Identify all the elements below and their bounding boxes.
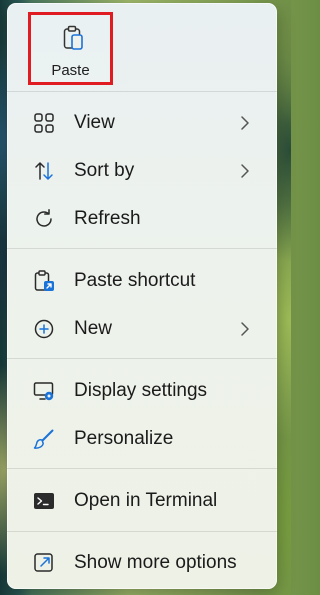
- terminal-icon: [33, 490, 55, 512]
- grid-icon: [33, 112, 55, 134]
- menu-item-new[interactable]: New: [7, 307, 277, 351]
- sort-arrows-icon: [33, 160, 55, 182]
- menu-item-label: Paste shortcut: [74, 270, 196, 291]
- menu-item-label: New: [74, 318, 113, 339]
- menu-item-view[interactable]: View: [7, 101, 277, 145]
- chevron-right-icon: [240, 162, 250, 180]
- menu-item-label: Display settings: [74, 380, 208, 401]
- menu-item-refresh[interactable]: Refresh: [7, 197, 277, 241]
- menu-item-personalize[interactable]: Personalize: [7, 417, 277, 461]
- menu-item-label: Open in Terminal: [74, 490, 218, 511]
- menu-divider: [7, 358, 277, 359]
- menu-item-show-more-options[interactable]: Show more options: [7, 541, 277, 585]
- menu-item-label: Sort by: [74, 160, 135, 181]
- brush-icon: [33, 428, 55, 450]
- menu-item-sort-by[interactable]: Sort by: [7, 149, 277, 193]
- menu-divider: [7, 468, 277, 469]
- menu-item-label: Personalize: [74, 428, 174, 449]
- display-settings-icon: [33, 380, 55, 402]
- menu-item-label: Refresh: [74, 208, 141, 229]
- menu-item-open-in-terminal[interactable]: Open in Terminal: [7, 479, 277, 523]
- menu-item-label: View: [74, 112, 115, 133]
- desktop-context-menu: Paste View Sort by Refresh Paste shortcu…: [7, 3, 277, 589]
- chevron-right-icon: [240, 114, 250, 132]
- menu-item-display-settings[interactable]: Display settings: [7, 369, 277, 413]
- show-more-icon: [33, 552, 55, 574]
- quick-actions-bar: Paste: [7, 3, 277, 91]
- menu-divider: [7, 531, 277, 532]
- refresh-icon: [33, 208, 55, 230]
- clipboard-icon: [62, 25, 84, 51]
- menu-divider: [7, 248, 277, 249]
- menu-divider: [7, 91, 277, 92]
- menu-item-label: Show more options: [74, 552, 237, 573]
- chevron-right-icon: [240, 320, 250, 338]
- plus-circle-icon: [33, 318, 55, 340]
- paste-shortcut-icon: [33, 270, 55, 292]
- paste-button[interactable]: Paste: [28, 12, 113, 85]
- menu-item-paste-shortcut[interactable]: Paste shortcut: [7, 259, 277, 303]
- paste-button-label: Paste: [51, 62, 90, 79]
